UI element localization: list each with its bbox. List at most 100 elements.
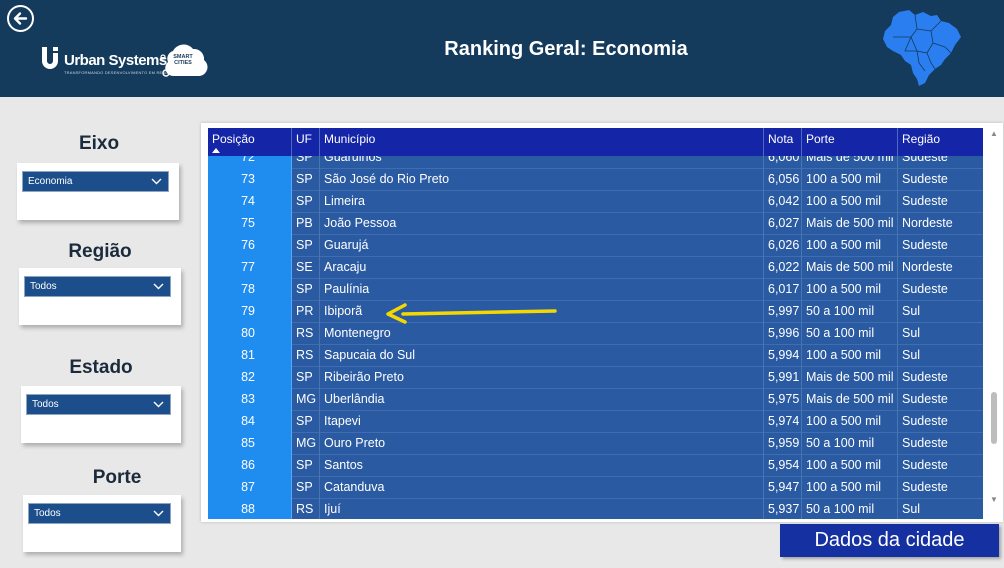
cell-uf: SP <box>292 169 320 191</box>
column-header-nota[interactable]: Nota <box>764 128 802 156</box>
cell-porte: 100 a 500 mil <box>802 191 898 213</box>
cell-nota: 6,022 <box>764 257 802 279</box>
cell-pos: 73 <box>208 169 292 191</box>
cell-pos: 77 <box>208 257 292 279</box>
cell-nota: 5,991 <box>764 367 802 389</box>
column-header-regiao[interactable]: Região <box>898 128 983 156</box>
cell-pos: 83 <box>208 389 292 411</box>
cell-nota: 5,994 <box>764 345 802 367</box>
eixo-dropdown[interactable]: Economia <box>22 171 169 192</box>
cell-pos: 78 <box>208 279 292 301</box>
cell-nota: 5,937 <box>764 499 802 519</box>
cell-municipio: Sapucaia do Sul <box>320 345 764 367</box>
table-row[interactable]: 73 SP São José do Rio Preto 6,056 100 a 500 … <box>208 169 983 191</box>
table-row[interactable]: 80 RS Montenegro 5,996 50 a 100 mil Sul <box>208 323 983 345</box>
cell-regiao: Sudeste <box>902 282 948 296</box>
cell-regiao: Nordeste <box>902 260 953 274</box>
cell-pos: 79 <box>208 301 292 323</box>
cell-uf: SP <box>292 191 320 213</box>
table-row[interactable]: 86 SP Santos 5,954 100 a 500 mil Sudeste <box>208 455 983 477</box>
estado-selected-value: Todos <box>32 399 59 410</box>
cell-regiao: Sudeste <box>902 414 948 428</box>
cell-nota: 6,017 <box>764 279 802 301</box>
cell-uf: RS <box>292 323 320 345</box>
table-row[interactable]: 75 PB João Pessoa 6,027 Mais de 500 mil Norde… <box>208 213 983 235</box>
cell-pos: 85 <box>208 433 292 455</box>
back-button[interactable] <box>7 5 34 32</box>
table-scrollbar[interactable]: ▲ ▼ <box>988 127 1000 509</box>
table-row[interactable]: 76 SP Guarujá 6,026 100 a 500 mil Sudeste <box>208 235 983 257</box>
scroll-thumb[interactable] <box>991 392 997 444</box>
table-row[interactable]: 77 SE Aracaju 6,022 Mais de 500 mil Nordeste <box>208 257 983 279</box>
cell-nota: 5,996 <box>764 323 802 345</box>
table-row[interactable]: 79 PR Ibiporã 5,997 50 a 100 mil Sul <box>208 301 983 323</box>
cell-municipio: Catanduva <box>320 477 764 499</box>
cell-regiao: Nordeste <box>902 216 953 230</box>
chevron-down-icon <box>153 283 164 290</box>
table-row[interactable]: 78 SP Paulínia 6,017 100 a 500 mil Sudeste <box>208 279 983 301</box>
dados-da-cidade-button[interactable]: Dados da cidade <box>780 524 999 557</box>
column-header-label: Posição <box>212 132 255 146</box>
cell-pos: 84 <box>208 411 292 433</box>
column-header-municipio[interactable]: Município <box>320 128 764 156</box>
table-row[interactable]: 83 MG Uberlândia 5,975 Mais de 500 mil Sudest… <box>208 389 983 411</box>
estado-dropdown[interactable]: Todos <box>26 394 171 415</box>
cell-municipio: São José do Rio Preto <box>320 169 764 191</box>
table-row[interactable]: 84 SP Itapevi 5,974 100 a 500 mil Sudeste <box>208 411 983 433</box>
eixo-selected-value: Economia <box>28 176 73 187</box>
cell-regiao: Sul <box>902 326 921 340</box>
cell-regiao: Sudeste <box>902 172 948 186</box>
cell-regiao: Sul <box>902 502 921 516</box>
cell-municipio: Aracaju <box>320 257 764 279</box>
cell-nota: 6,026 <box>764 235 802 257</box>
porte-dropdown[interactable]: Todos <box>28 503 171 524</box>
chevron-down-icon <box>151 178 162 185</box>
yellow-arrow-icon <box>386 303 557 324</box>
cell-porte: 100 a 500 mil <box>802 169 898 191</box>
column-header-porte[interactable]: Porte <box>802 128 898 156</box>
cell-porte: 50 a 100 mil <box>802 323 898 345</box>
cell-regiao: Sudeste <box>902 194 948 208</box>
scroll-up-icon[interactable]: ▲ <box>990 129 998 138</box>
chevron-down-icon <box>153 510 164 517</box>
filter-card-estado: Todos <box>21 386 181 443</box>
cell-uf: SP <box>292 411 320 433</box>
cell-pos: 88 <box>208 499 292 519</box>
cell-porte: 50 a 100 mil <box>802 301 898 323</box>
scroll-down-icon[interactable]: ▼ <box>990 495 998 504</box>
cell-pos: 75 <box>208 213 292 235</box>
cell-uf: PB <box>292 213 320 235</box>
table-row[interactable]: 87 SP Catanduva 5,947 100 a 500 mil Sudeste <box>208 477 983 499</box>
header-bar: Urban Systems TRANSFORMANDO DESENVOLVIME… <box>0 0 1004 97</box>
table-row[interactable]: 88 RS Ijuí 5,937 50 a 100 mil Sul <box>208 499 983 519</box>
cell-nota: 5,959 <box>764 433 802 455</box>
table-row[interactable]: 74 SP Limeira 6,042 100 a 500 mil Sudeste <box>208 191 983 213</box>
filter-label-eixo: Eixo <box>78 133 120 154</box>
ranking-table[interactable]: Posição UF Município Nota Porte Região 7… <box>208 128 983 519</box>
regiao-dropdown[interactable]: Todos <box>24 276 171 297</box>
cell-nota: 6,027 <box>764 213 802 235</box>
page-title: Ranking Geral: Economia <box>444 38 688 60</box>
cell-municipio: João Pessoa <box>320 213 764 235</box>
cell-nota: 5,947 <box>764 477 802 499</box>
cell-uf: SP <box>292 455 320 477</box>
smart-cities-line2: CITIES <box>174 59 192 66</box>
column-header-uf[interactable]: UF <box>292 128 320 156</box>
ranking-table-card: Posição UF Município Nota Porte Região 7… <box>201 123 1003 522</box>
cell-porte: Mais de 500 mil <box>802 389 898 411</box>
cell-porte: 50 a 100 mil <box>802 499 898 519</box>
cell-nota: 5,997 <box>764 301 802 323</box>
cell-pos: 81 <box>208 345 292 367</box>
table-row[interactable]: 82 SP Ribeirão Preto 5,991 Mais de 500 mil Su… <box>208 367 983 389</box>
filter-label-regiao: Região <box>68 241 132 262</box>
cell-uf: RS <box>292 499 320 519</box>
table-row[interactable]: 81 RS Sapucaia do Sul 5,994 100 a 500 mil Sul <box>208 345 983 367</box>
cell-uf: MG <box>292 433 320 455</box>
table-row[interactable]: 85 MG Ouro Preto 5,959 50 a 100 mil Sudeste <box>208 433 983 455</box>
cell-nota: 5,975 <box>764 389 802 411</box>
column-header-posicao[interactable]: Posição <box>208 128 292 156</box>
cell-uf: SP <box>292 279 320 301</box>
regiao-selected-value: Todos <box>30 281 57 292</box>
cell-uf: PR <box>292 301 320 323</box>
sort-ascending-icon <box>212 148 220 153</box>
